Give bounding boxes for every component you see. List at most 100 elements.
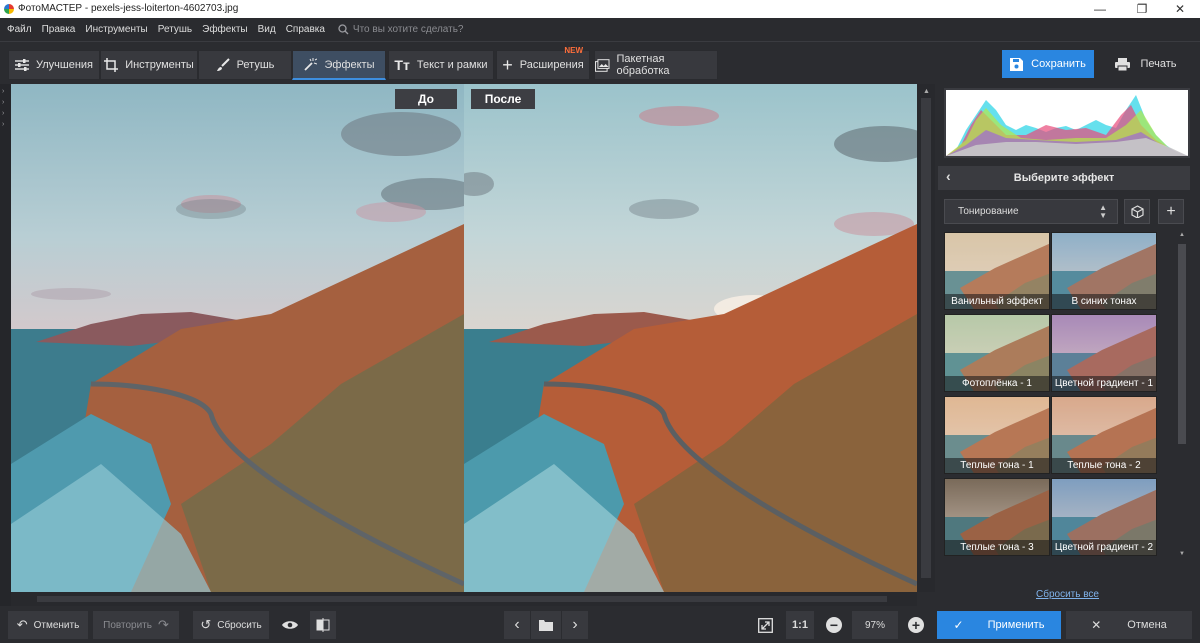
tab-label: Инструменты	[125, 59, 194, 71]
histogram	[944, 88, 1190, 158]
printer-icon	[1115, 57, 1131, 71]
scroll-up-icon[interactable]: ▲	[923, 88, 930, 95]
3d-lut-button[interactable]	[1124, 199, 1150, 224]
effect-thumbnail[interactable]: Цветной градиент - 1	[1051, 314, 1157, 392]
expand-icon	[757, 617, 773, 633]
redo-icon: ↷	[157, 617, 169, 632]
apply-button[interactable]: ✓ Применить	[937, 611, 1061, 639]
text-icon: Tт	[394, 57, 410, 73]
tab-label: Пакетная обработка	[616, 53, 670, 77]
scroll-up-icon[interactable]: ▲	[1179, 232, 1185, 238]
tab-extensions[interactable]: + Расширения NEW	[496, 46, 590, 80]
back-arrow-icon[interactable]: ‹	[946, 168, 951, 184]
search-placeholder: Что вы хотите сделать?	[352, 24, 464, 35]
menu-edit[interactable]: Правка	[37, 18, 81, 42]
cube-icon	[1130, 205, 1144, 218]
effect-thumbnail-label: Теплые тона - 1	[945, 458, 1049, 473]
menu-tools[interactable]: Инструменты	[80, 18, 152, 42]
chevron-right-icon: ›	[2, 88, 5, 95]
plus-icon: +	[502, 54, 513, 75]
horizontal-scrollbar[interactable]	[11, 592, 917, 606]
minimize-button[interactable]: —	[1080, 0, 1120, 18]
menu-help[interactable]: Справка	[281, 18, 330, 42]
chevron-left-icon: ‹	[514, 616, 520, 633]
crop-icon	[104, 58, 119, 72]
cancel-button[interactable]: ✕ Отмена	[1066, 611, 1192, 639]
zoom-in-button[interactable]: +	[908, 617, 924, 633]
effect-thumbnail[interactable]: Теплые тона - 2	[1051, 396, 1157, 474]
compare-split-icon	[316, 618, 330, 632]
magic-wand-icon	[304, 57, 318, 71]
tab-label: Расширения	[519, 59, 584, 71]
undo-button[interactable]: ↶ Отменить	[8, 611, 88, 639]
updown-arrows-icon: ▲ ▼	[1099, 203, 1107, 220]
zoom-out-button[interactable]: −	[826, 617, 842, 633]
photo-canvas[interactable]: До После	[11, 84, 917, 592]
search-icon	[338, 24, 349, 35]
add-effect-button[interactable]: +	[1158, 199, 1184, 224]
after-label: После	[471, 89, 535, 109]
menu-file[interactable]: Файл	[2, 18, 37, 42]
before-label: До	[395, 89, 457, 109]
zoom-level[interactable]: 97%	[852, 611, 898, 639]
compare-button[interactable]	[310, 611, 336, 639]
menu-view[interactable]: Вид	[253, 18, 281, 42]
print-button[interactable]: Печать	[1100, 50, 1192, 78]
brush-icon	[216, 58, 230, 71]
tab-label: Текст и рамки	[416, 59, 488, 71]
previous-image-button[interactable]: ‹	[504, 611, 530, 639]
save-button[interactable]: Сохранить	[1002, 50, 1094, 78]
scroll-down-icon[interactable]: ▼	[1179, 551, 1185, 557]
menu-search[interactable]: Что вы хотите сделать?	[338, 24, 464, 35]
tab-batch-processing[interactable]: Пакетная обработка	[594, 50, 718, 80]
tab-text-frames[interactable]: Tт Текст и рамки	[388, 50, 494, 80]
eye-icon	[282, 621, 298, 629]
effect-thumbnail-label: Цветной градиент - 2	[1052, 540, 1156, 555]
effect-thumbnail-label: Фотоплёнка - 1	[945, 376, 1049, 391]
reset-button[interactable]: ↺ Сбросить	[193, 611, 269, 639]
effect-category-select[interactable]: Тонирование ▲ ▼	[944, 199, 1118, 224]
chevron-right-icon: ›	[2, 121, 5, 128]
vertical-scrollbar[interactable]: ▲	[917, 84, 935, 592]
save-label: Сохранить	[1031, 58, 1086, 70]
fit-to-screen-button[interactable]	[752, 611, 778, 639]
plus-icon: +	[911, 617, 921, 633]
tab-effects[interactable]: Эффекты	[292, 50, 386, 80]
effect-thumbnail[interactable]: Ванильный эффект	[944, 232, 1050, 310]
tab-improvements[interactable]: Улучшения	[8, 50, 100, 80]
effect-thumbnail[interactable]: В синих тонах	[1051, 232, 1157, 310]
next-image-button[interactable]: ›	[562, 611, 588, 639]
tab-retouch[interactable]: Ретушь	[198, 50, 292, 80]
effects-header-title: Выберите эффект	[1013, 172, 1115, 184]
preview-toggle-button[interactable]	[276, 611, 304, 639]
category-value: Тонирование	[958, 206, 1019, 217]
undo-label: Отменить	[33, 619, 80, 631]
effect-thumbnail[interactable]: Цветной градиент - 2	[1051, 478, 1157, 556]
menu-retouch[interactable]: Ретушь	[153, 18, 197, 42]
tab-tools[interactable]: Инструменты	[100, 50, 198, 80]
cancel-label: Отмена	[1127, 619, 1167, 631]
left-panel-toggle[interactable]: › › › ›	[0, 84, 11, 606]
redo-label: Повторить	[103, 619, 152, 631]
close-window-button[interactable]: ✕	[1160, 0, 1200, 18]
reset-all-link[interactable]: Сбросить все	[1036, 589, 1099, 600]
redo-button[interactable]: Повторить ↷	[93, 611, 179, 639]
title-bar: ФотоМАСТЕР - pexels-jess-loiterton-46027…	[0, 0, 1200, 18]
before-image	[11, 84, 464, 592]
minus-icon: −	[829, 617, 839, 633]
effect-thumbnail-label: Цветной градиент - 1	[1052, 376, 1156, 391]
reset-icon: ↺	[200, 617, 212, 632]
thumbnails-scrollbar[interactable]: ▲ ▼	[1176, 232, 1189, 557]
app-logo-icon	[4, 4, 14, 14]
maximize-button[interactable]: ❐	[1122, 0, 1162, 18]
tab-label: Эффекты	[324, 58, 375, 71]
menu-effects[interactable]: Эффекты	[197, 18, 252, 42]
floppy-disk-icon	[1010, 57, 1024, 71]
actual-size-button[interactable]: 1:1	[786, 611, 814, 639]
effect-thumbnail[interactable]: Теплые тона - 3	[944, 478, 1050, 556]
effect-thumbnail-label: Теплые тона - 2	[1052, 458, 1156, 473]
effect-thumbnail[interactable]: Теплые тона - 1	[944, 396, 1050, 474]
folder-icon	[539, 619, 553, 631]
effect-thumbnail[interactable]: Фотоплёнка - 1	[944, 314, 1050, 392]
open-folder-button[interactable]	[531, 611, 561, 639]
